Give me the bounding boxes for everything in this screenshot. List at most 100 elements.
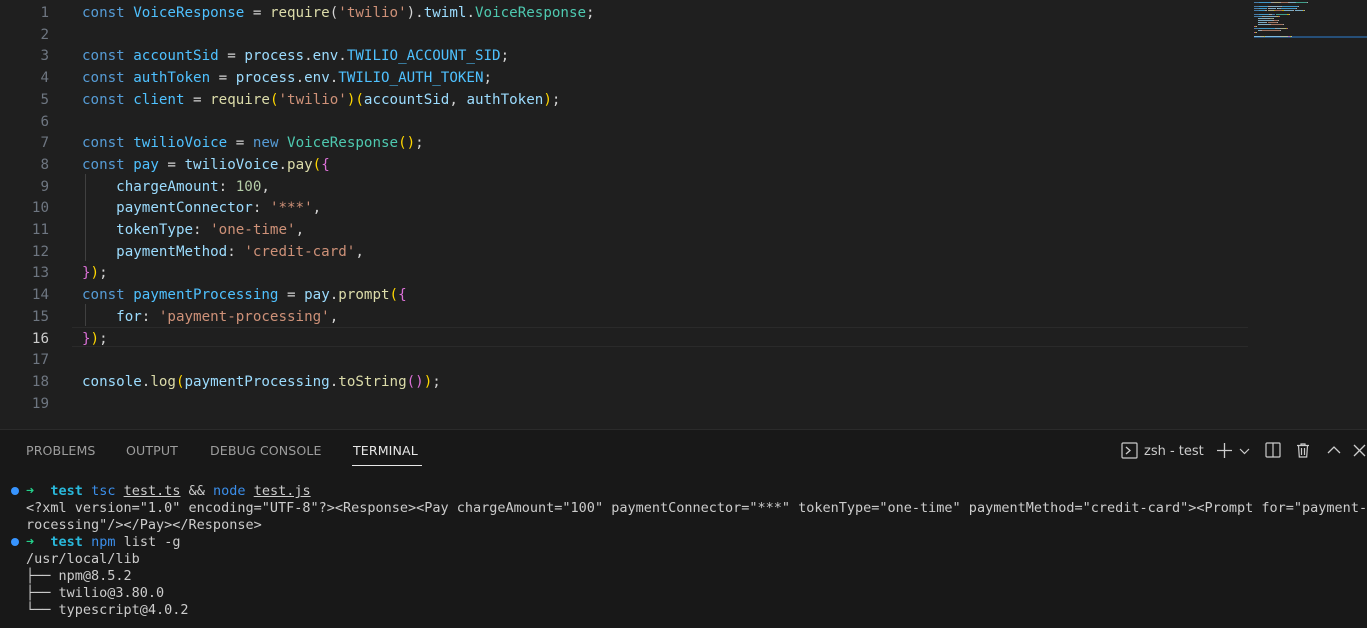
minimap-token [1259, 14, 1270, 15]
code-token: = [244, 5, 270, 21]
code-text: tokenType: 'one-time', [82, 220, 304, 242]
code-text: const paymentProcessing = pay.prompt({ [82, 285, 407, 307]
minimap-token [1275, 14, 1288, 15]
code-text: chargeAmount: 100, [82, 177, 270, 199]
code-token: = [158, 156, 185, 173]
code-token: : [193, 222, 211, 238]
code-line[interactable]: 13}); [0, 263, 1250, 285]
code-line[interactable]: 4 const authToken = process.env.TWILIO_AU… [0, 68, 1250, 90]
prompt-arrow: ➜ [26, 483, 35, 499]
code-line[interactable]: 18 console.log(paymentProcessing.toString… [0, 372, 1250, 394]
minimap-token [1257, 22, 1266, 23]
tab-terminal[interactable]: TERMINAL [353, 443, 418, 458]
minimap-token [1254, 8, 1259, 9]
line-number: 12 [31, 243, 49, 260]
code-token: env [304, 70, 330, 87]
code-token: } [82, 330, 91, 347]
active-tab-indicator [352, 465, 422, 466]
trash-icon[interactable] [1295, 442, 1311, 464]
prompt-directory: test [50, 534, 83, 550]
code-token: : [227, 243, 245, 260]
code-editor[interactable]: 1 const VoiceResponse = require ( 'twilio')… [0, 0, 1367, 429]
code-token: : [141, 308, 159, 325]
minimap-token [1283, 10, 1293, 11]
tab-problems[interactable]: PROBLEMS [26, 443, 96, 458]
line-number: 13 [31, 265, 49, 282]
code-text: const pay = twilioVoice.pay({ [82, 155, 330, 177]
code-line[interactable]: 5 const client = require('twilio')(accoun… [0, 90, 1250, 112]
code-line[interactable]: 9 chargeAmount: 100, [0, 177, 1250, 199]
code-line[interactable]: 10 paymentConnector: '***', [0, 198, 1250, 220]
minimap-token [1303, 10, 1305, 11]
minimap-token [1281, 6, 1299, 7]
code-token: const [82, 48, 125, 65]
code-token: require [210, 91, 270, 108]
close-icon[interactable] [1353, 444, 1366, 463]
minimap-token [1264, 36, 1281, 37]
code-token: '***' [269, 200, 313, 217]
code-token: paymentProcessing [184, 373, 330, 390]
line-number: 1 [40, 5, 49, 21]
code-line[interactable]: 1 const VoiceResponse = require('twilio')… [0, 3, 1250, 25]
terminal-output-line: ├── twilio@3.80.0 [26, 585, 165, 601]
code-token: chargeAmount [116, 178, 219, 195]
code-token: env [312, 48, 339, 65]
command-name: npm [91, 534, 116, 550]
terminal-icon[interactable] [1121, 442, 1138, 465]
line-number: 15 [31, 308, 49, 325]
code-text: paymentConnector: '***', [82, 198, 321, 220]
minimap[interactable] [1254, 2, 1367, 42]
terminal-output-line: ├── npm@8.5.2 [26, 568, 132, 584]
chevron-down-icon[interactable] [1239, 445, 1250, 463]
code-token: 'twilio' [338, 5, 407, 21]
minimap-token [1298, 6, 1299, 7]
minimap-token [1255, 26, 1257, 27]
minimap-token [1289, 14, 1290, 15]
command-status-dot [11, 538, 19, 546]
code-line[interactable]: 6 [0, 112, 1250, 134]
code-token: , [449, 91, 467, 108]
tab-debug-console[interactable]: DEBUG CONSOLE [210, 443, 322, 458]
code-token: . [329, 373, 339, 390]
code-token: 100 [235, 178, 262, 195]
command-arg: list -g [123, 534, 181, 550]
code-text: console.log(paymentProcessing.toString()… [82, 372, 441, 394]
code-token: ( [389, 287, 399, 304]
code-line[interactable]: 17 [0, 350, 1250, 372]
code-token: VoiceResponse [287, 135, 399, 152]
code-line[interactable]: 7 const twilioVoice = new VoiceResponse()… [0, 133, 1250, 155]
code-token: . [329, 287, 339, 304]
tab-output[interactable]: OUTPUT [126, 443, 178, 458]
code-token: () [398, 135, 416, 152]
minimap-token [1264, 16, 1275, 17]
code-token: VoiceResponse [133, 5, 245, 21]
code-line[interactable]: 12 paymentMethod: 'credit-card', [0, 242, 1250, 264]
code-token: ) [423, 373, 433, 390]
terminal-command-line: ➜ test npm list -g [26, 534, 181, 551]
code-line[interactable]: 3 const accountSid = process.env.TWILIO_A… [0, 46, 1250, 68]
minimap-token [1307, 2, 1308, 3]
code-text: const client = require('twilio')(account… [82, 90, 560, 112]
code-token: tokenType [116, 222, 194, 238]
code-line[interactable]: 8 const pay = twilioVoice.pay({ [0, 155, 1250, 177]
code-line[interactable]: 2 [0, 25, 1250, 47]
code-line[interactable]: 14 const paymentProcessing = pay.prompt({ [0, 285, 1250, 307]
code-text: for: 'payment-processing', [82, 307, 338, 329]
chevron-up-icon[interactable] [1327, 444, 1341, 462]
minimap-token [1282, 24, 1284, 25]
terminal-name[interactable]: zsh - test [1144, 443, 1204, 461]
code-line[interactable]: 11 tokenType: 'one-time', [0, 220, 1250, 242]
code-line[interactable]: 15 for: 'payment-processing', [0, 307, 1250, 329]
plus-icon[interactable] [1216, 442, 1233, 465]
code-token: = [218, 48, 245, 65]
code-token: 'twilio' [278, 91, 347, 108]
code-line[interactable]: 16}); [0, 329, 1250, 351]
code-token: = [278, 287, 305, 304]
minimap-token [1257, 18, 1269, 19]
code-line[interactable]: 19 [0, 394, 1250, 416]
split-icon[interactable] [1265, 442, 1281, 464]
panel-tabs: PROBLEMS OUTPUT DEBUG CONSOLE TERMINAL z… [0, 430, 1367, 470]
code-token: = [227, 135, 253, 152]
